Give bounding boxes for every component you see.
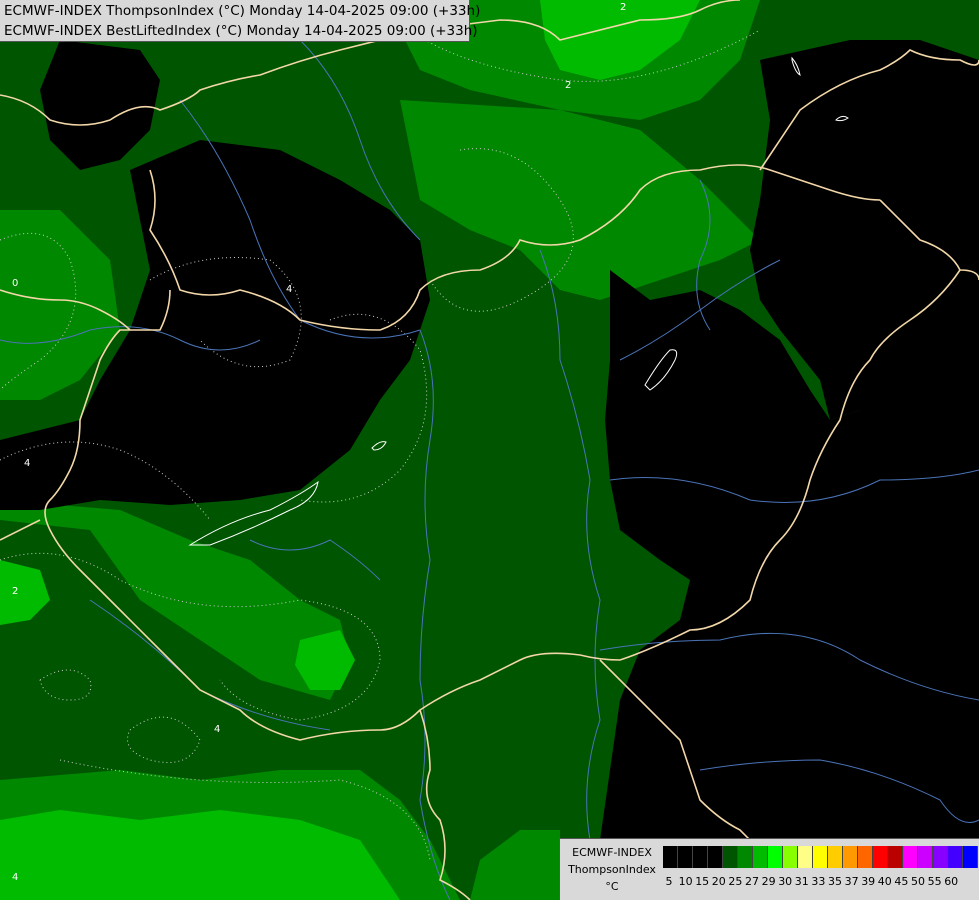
legend-swatch: [738, 846, 753, 868]
contour-label: 2: [565, 80, 571, 91]
legend-swatch: [873, 846, 888, 868]
legend-swatch: [783, 846, 798, 868]
map-title-line-1: ECMWF-INDEX ThompsonIndex (°C) Monday 14…: [4, 3, 481, 19]
contour-label: 2: [620, 2, 626, 13]
legend-swatch: [903, 846, 918, 868]
contour-label: 4: [24, 458, 30, 469]
legend-swatch: [678, 846, 693, 868]
contour-label: 2: [12, 586, 18, 597]
contour-label: 4: [286, 284, 292, 295]
legend-swatch: [843, 846, 858, 868]
weather-map: 2 2 0 4 4 2 4 4: [0, 0, 979, 900]
legend-swatch: [858, 846, 873, 868]
contour-label: 0: [12, 278, 18, 289]
legend-unit: °C: [605, 880, 619, 893]
legend-subtitle: ThompsonIndex: [568, 863, 656, 876]
legend-swatch: [813, 846, 828, 868]
legend-swatch: [708, 846, 723, 868]
contour-label: 4: [12, 872, 18, 883]
legend-swatch: [948, 846, 963, 868]
legend-swatch: [963, 846, 978, 868]
legend-swatch: [888, 846, 903, 868]
contour-label: 4: [214, 724, 220, 735]
legend-swatch: [663, 846, 678, 868]
legend-tick-label: 60: [944, 875, 959, 888]
legend-swatch: [753, 846, 768, 868]
legend-swatch: [693, 846, 708, 868]
legend-swatch: [828, 846, 843, 868]
legend-swatch: [798, 846, 813, 868]
legend-swatch: [723, 846, 738, 868]
legend-swatch: [918, 846, 933, 868]
legend-swatch: [933, 846, 948, 868]
legend-swatch: [768, 846, 783, 868]
map-title-line-2: ECMWF-INDEX BestLiftedIndex (°C) Monday …: [4, 23, 478, 39]
color-legend: ECMWF-INDEX ThompsonIndex °C 5 10 15 20 25 27…: [559, 838, 979, 900]
map-title-box: ECMWF-INDEX ThompsonIndex (°C) Monday 14…: [0, 0, 480, 42]
legend-title: ECMWF-INDEX: [572, 846, 652, 859]
